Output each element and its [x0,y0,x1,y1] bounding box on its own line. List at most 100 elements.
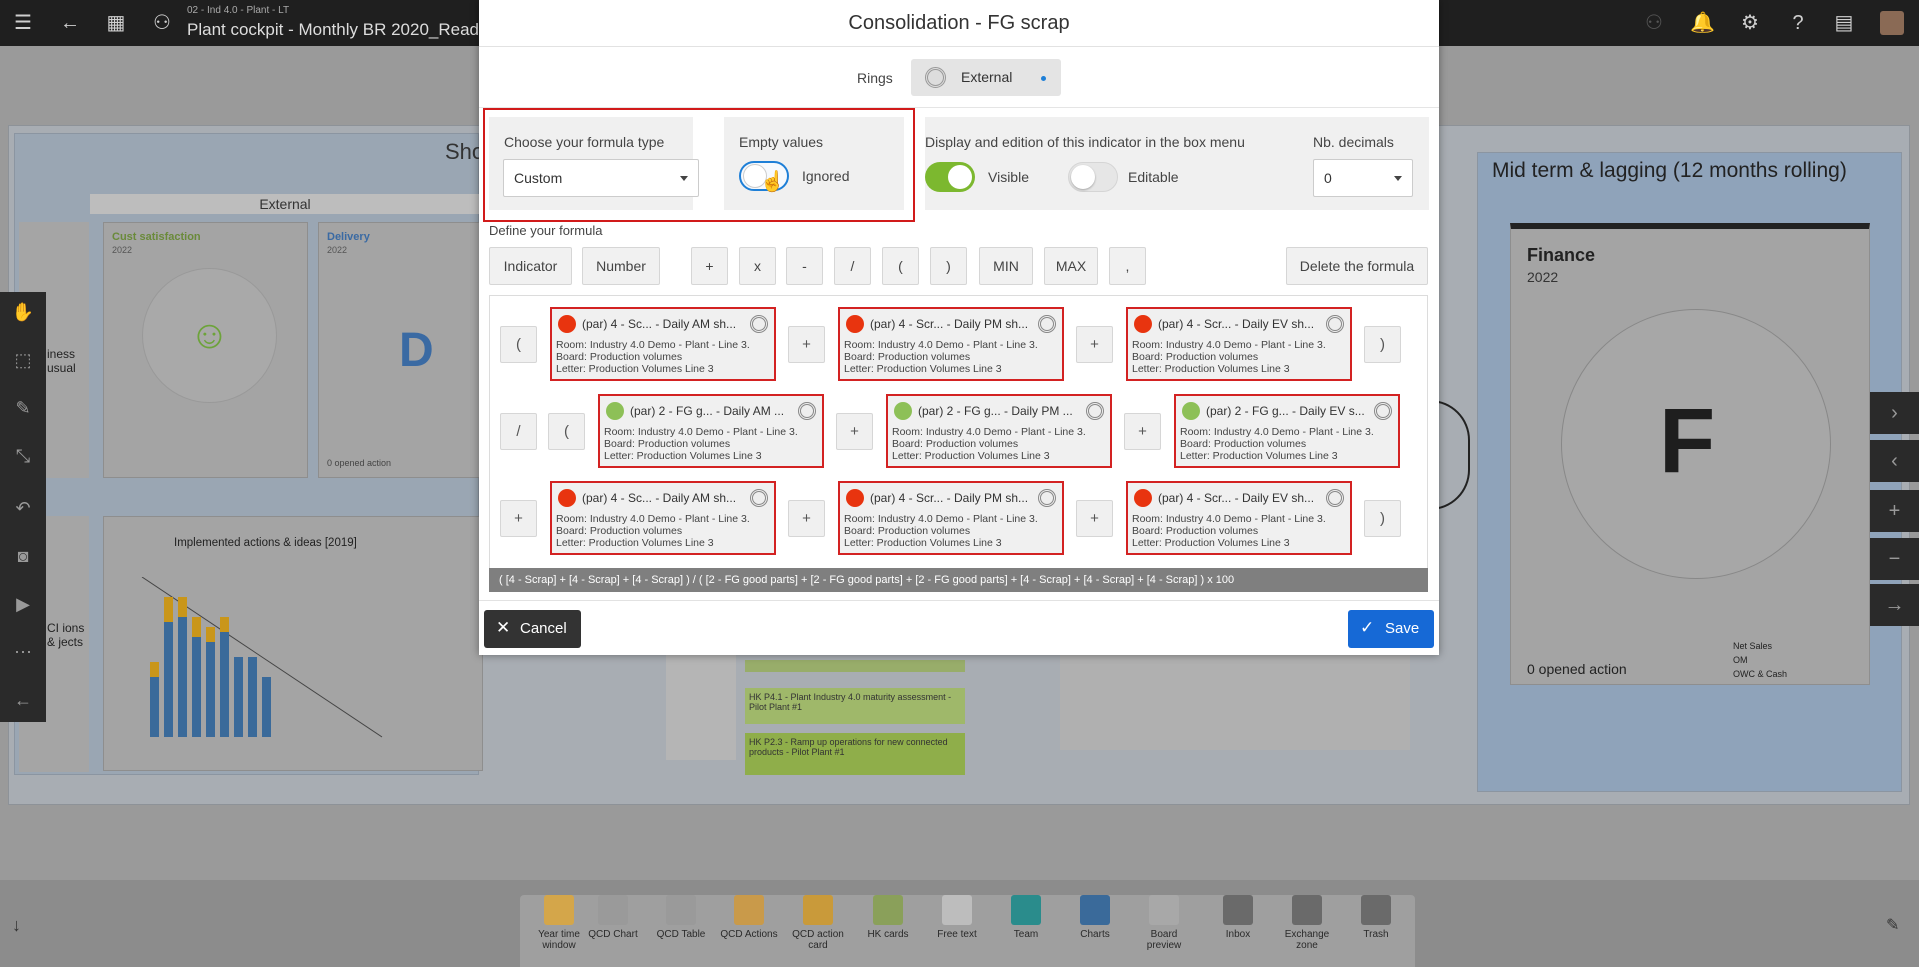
op-plus[interactable]: + [836,413,873,450]
shelf-item[interactable]: Year time window [528,895,590,951]
connector-icon[interactable]: ⤡ [11,446,35,470]
op-divide[interactable]: / [500,413,537,450]
indicator-token[interactable]: (par) 2 - FG g... - Daily EV s... Room: I… [1174,394,1400,468]
indicator-letter: Letter: Production Volumes Line 3 [1180,450,1338,462]
shelf-item[interactable]: QCD action card [787,895,849,951]
shelf-item-label: Inbox [1225,929,1251,940]
indicator-button[interactable]: Indicator [489,247,572,285]
down-arrow-icon[interactable]: ↓ [12,915,21,936]
menu-icon[interactable]: ☰ [11,11,35,35]
shelf-item[interactable]: QCD Chart [582,895,644,940]
op-left-paren[interactable]: ( [500,326,537,363]
avatar[interactable] [1880,11,1904,35]
next-icon[interactable]: › [1870,392,1919,434]
video-icon[interactable]: ▶ [11,594,35,618]
shelf-item[interactable]: Charts [1064,895,1126,940]
indicator-token[interactable]: (par) 4 - Scr... - Daily PM sh... Room: I… [838,307,1064,381]
indicator-token[interactable]: (par) 4 - Sc... - Daily AM sh... Room: In… [550,481,776,555]
op-left-paren[interactable]: ( [548,413,585,450]
left-paren-button[interactable]: ( [882,247,919,285]
number-button[interactable]: Number [582,247,660,285]
back-arrow-icon[interactable]: ← [58,11,82,35]
indicator-token[interactable]: (par) 4 - Scr... - Daily PM sh... Room: I… [838,481,1064,555]
forward-icon[interactable]: → [1870,584,1919,626]
shelf-item[interactable]: Board preview [1133,895,1195,951]
indicator-token[interactable]: (par) 2 - FG g... - Daily AM ... Room: In… [598,394,824,468]
multiply-button[interactable]: x [739,247,776,285]
op-plus[interactable]: + [500,500,537,537]
indicator-token[interactable]: (par) 4 - Sc... - Daily AM sh... Room: In… [550,307,776,381]
op-plus[interactable]: + [1076,326,1113,363]
shelf-item[interactable]: Team [995,895,1057,940]
decimals-select[interactable]: 0 [1313,159,1413,197]
indicator-head: (par) 4 - Scr... - Daily PM sh... [870,491,1029,505]
zoom-out-icon[interactable]: − [1870,538,1919,580]
max-button[interactable]: MAX [1044,247,1098,285]
indicator-room: Room: Industry 4.0 Demo - Plant - Line 3… [892,426,1086,438]
save-button[interactable]: ✓ Save [1348,610,1434,648]
zoom-in-icon[interactable]: + [1870,490,1919,532]
op-right-paren[interactable]: ) [1364,500,1401,537]
cust-satisfaction-card[interactable]: Cust satisfaction 2022 ☺ [103,222,308,478]
undo-icon[interactable]: ↶ [11,498,35,522]
op-plus[interactable]: + [1124,413,1161,450]
shelf-item[interactable]: QCD Table [650,895,712,940]
select-icon[interactable]: ⬚ [11,350,35,374]
bell-icon[interactable]: 🔔 [1690,11,1715,35]
hk-card-1[interactable]: HK P4.1 - Plant Industry 4.0 maturity as… [745,688,965,724]
op-right-paren[interactable]: ) [1364,326,1401,363]
delivery-letter: D [399,324,434,377]
shelf-item-label: QCD Actions [720,929,778,940]
op-plus[interactable]: + [788,500,825,537]
indicator-token[interactable]: (par) 4 - Scr... - Daily EV sh... Room: I… [1126,307,1352,381]
shelf-item[interactable]: Free text [926,895,988,940]
indicator-head: (par) 4 - Scr... - Daily EV sh... [1158,491,1315,505]
indicator-head: (par) 4 - Scr... - Daily EV sh... [1158,317,1315,331]
finance-card[interactable]: Finance 2022 F 0 opened action Net Sales… [1510,223,1870,685]
visible-toggle[interactable] [925,162,975,192]
camera-icon[interactable]: ◙ [11,546,35,570]
divide-button[interactable]: / [834,247,871,285]
delivery-card[interactable]: Delivery 2022 D 0 opened action [318,222,483,478]
delete-formula-button[interactable]: Delete the formula [1286,247,1428,285]
indicator-letter: Letter: Production Volumes Line 3 [844,537,1002,549]
shelf-item[interactable]: Inbox [1207,895,1269,940]
hk-card-2[interactable]: HK P2.3 - Ramp up operations for new con… [745,733,965,775]
rings-selector[interactable]: External [911,59,1061,96]
mid-term-panel: Mid term & lagging (12 months rolling) F… [1477,152,1902,792]
hand-icon[interactable]: ✋ [11,302,35,326]
edit-icon[interactable]: ✎ [1886,915,1899,935]
shelf-item[interactable]: Exchange zone [1276,895,1338,951]
more-icon[interactable]: ⋯ [11,642,35,666]
users-icon[interactable]: ⚇ [1642,11,1666,35]
shelf-item[interactable]: QCD Actions [718,895,780,940]
gear-icon[interactable]: ⚙ [1738,11,1762,35]
minus-button[interactable]: - [786,247,823,285]
cancel-button[interactable]: ✕ Cancel [484,610,581,648]
grid-card [1060,655,1410,750]
highlight-frame [483,108,915,222]
team-icon[interactable]: ⚇ [150,11,174,35]
prev-icon[interactable]: ‹ [1870,440,1919,482]
shelf-item[interactable]: HK cards [857,895,919,940]
min-button[interactable]: MIN [979,247,1033,285]
op-plus[interactable]: + [788,326,825,363]
shelf-item-label: QCD Chart [588,929,638,940]
pencil-icon[interactable]: ✎ [11,398,35,422]
editable-toggle[interactable] [1068,162,1118,192]
indicator-board: Board: Production volumes [892,438,1019,450]
actions-chart-card[interactable]: Implemented actions & ideas [2019] [103,516,483,771]
indicator-letter: Letter: Production Volumes Line 3 [556,363,714,375]
help-icon[interactable]: ? [1786,11,1810,35]
indicator-token[interactable]: (par) 2 - FG g... - Daily PM ... Room: In… [886,394,1112,468]
toggle-knob [1071,165,1095,189]
collapse-icon[interactable]: ← [11,690,35,714]
op-plus[interactable]: + [1076,500,1113,537]
plus-button[interactable]: + [691,247,728,285]
comma-button[interactable]: , [1109,247,1146,285]
right-paren-button[interactable]: ) [930,247,967,285]
book-icon[interactable]: ▤ [1832,11,1856,35]
indicator-token[interactable]: (par) 4 - Scr... - Daily EV sh... Room: I… [1126,481,1352,555]
shelf-item[interactable]: Trash [1345,895,1407,940]
board-switch-icon[interactable]: ▦ [104,11,128,35]
